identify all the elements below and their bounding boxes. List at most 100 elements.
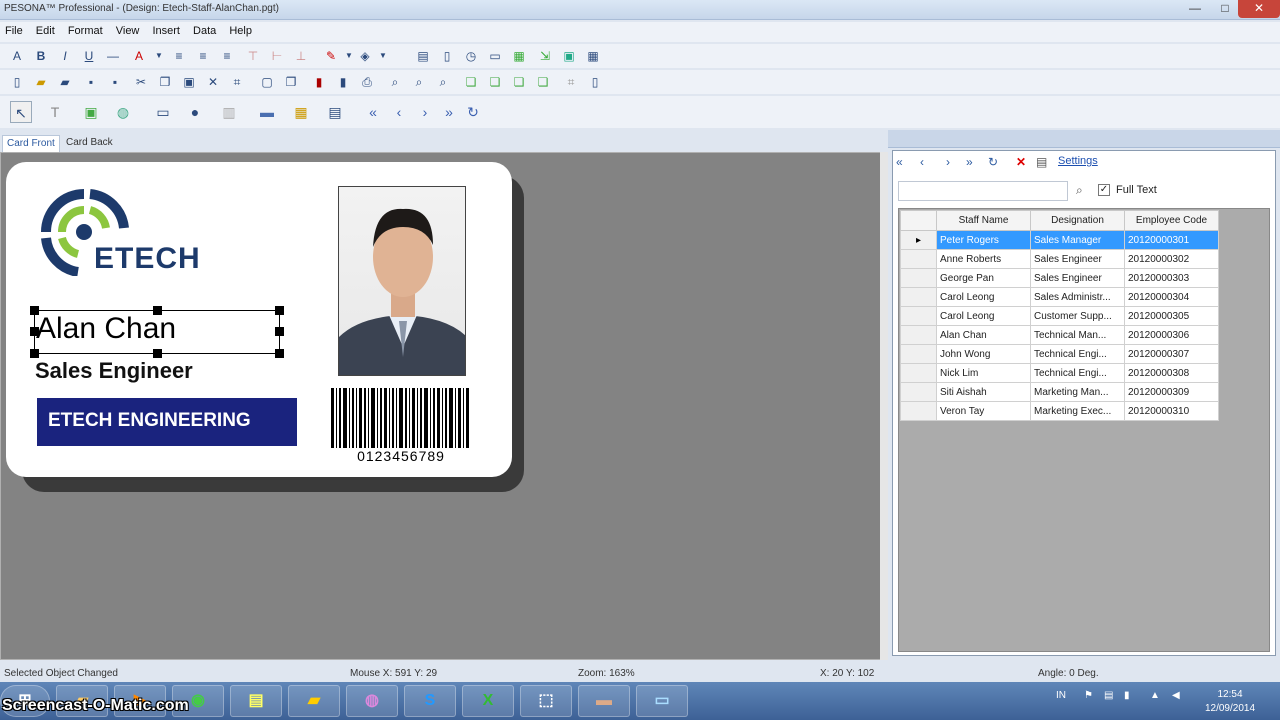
send-back-icon[interactable]: ❏ [486, 73, 504, 91]
column-header-employee-code[interactable]: Employee Code [1124, 210, 1219, 231]
cell-designation[interactable]: Sales Administr... [1030, 287, 1125, 307]
cell-designation[interactable]: Sales Engineer [1030, 268, 1125, 288]
underline-icon[interactable]: U [80, 47, 98, 65]
column-header-designation[interactable]: Designation [1030, 210, 1125, 231]
next-record-icon[interactable]: › [414, 101, 436, 123]
barcode-image[interactable] [331, 388, 471, 448]
cell-staff-name[interactable]: Nick Lim [936, 363, 1031, 383]
page-icon[interactable]: ▯ [438, 47, 456, 65]
save-icon[interactable]: ▪ [82, 73, 100, 91]
skype-taskbar-icon[interactable]: S [404, 685, 456, 717]
cell-staff-name[interactable]: Veron Tay [936, 401, 1031, 421]
ellipse-tool-icon[interactable]: ● [184, 101, 206, 123]
align-top-icon[interactable]: ⊤ [244, 47, 262, 65]
table-row[interactable]: Carol Leong Sales Administr... 20120000304 [900, 287, 1219, 307]
cut-icon[interactable]: ✂ [132, 73, 150, 91]
clock[interactable]: 12:54 12/09/2014 [1200, 688, 1260, 716]
cell-designation[interactable]: Marketing Man... [1030, 382, 1125, 402]
minimize-button[interactable]: — [1180, 0, 1210, 18]
menu-format[interactable]: Format [63, 22, 108, 40]
cell-staff-name[interactable]: John Wong [936, 344, 1031, 364]
table-row[interactable]: ▸ Peter Rogers Sales Manager 20120000301 [900, 230, 1219, 250]
full-text-checkbox[interactable]: ✓ [1098, 184, 1110, 196]
folder-taskbar-icon[interactable]: ▰ [288, 685, 340, 717]
bring-front-icon[interactable]: ❏ [462, 73, 480, 91]
row-selector[interactable] [900, 249, 937, 269]
menu-data[interactable]: Data [188, 22, 221, 40]
chart-tool-icon[interactable]: ▤ [324, 101, 346, 123]
grid-icon[interactable]: ▦ [510, 47, 528, 65]
align-center-icon[interactable]: ≡ [194, 47, 212, 65]
card-company-text[interactable]: ETECH ENGINEERING [48, 410, 251, 432]
row-selector[interactable] [900, 287, 937, 307]
globe-tool-icon[interactable]: ◍ [112, 101, 134, 123]
refresh-icon[interactable]: ↻ [462, 101, 484, 123]
cell-employee-code[interactable]: 20120000307 [1124, 344, 1219, 364]
fill-color-icon[interactable]: ◈ [356, 47, 374, 65]
bold-icon[interactable]: B [32, 47, 50, 65]
cell-employee-code[interactable]: 20120000301 [1124, 230, 1219, 250]
excel-icon[interactable]: ▣ [560, 47, 578, 65]
page-icon[interactable]: ▯ [586, 73, 604, 91]
cell-designation[interactable]: Customer Supp... [1030, 306, 1125, 326]
rectangle-tool-icon[interactable]: ▭ [152, 101, 174, 123]
row-selector[interactable] [900, 344, 937, 364]
ungroup-icon[interactable]: ❏ [534, 73, 552, 91]
notes-taskbar-icon[interactable]: ▤ [230, 685, 282, 717]
cell-employee-code[interactable]: 20120000303 [1124, 268, 1219, 288]
align-middle-icon[interactable]: ⊢ [268, 47, 286, 65]
signal-icon[interactable]: ▲ [1150, 690, 1160, 701]
cell-staff-name[interactable]: Alan Chan [936, 325, 1031, 345]
copy-icon[interactable]: ❐ [156, 73, 174, 91]
next-record-icon[interactable]: › [946, 155, 950, 169]
font-color-icon[interactable]: A [130, 47, 148, 65]
menu-file[interactable]: File [0, 22, 28, 40]
cell-employee-code[interactable]: 20120000306 [1124, 325, 1219, 345]
refresh-icon[interactable]: ↻ [988, 155, 998, 169]
menu-view[interactable]: View [111, 22, 145, 40]
cell-employee-code[interactable]: 20120000309 [1124, 382, 1219, 402]
window-taskbar-icon[interactable]: ▭ [636, 685, 688, 717]
crop-icon[interactable]: ⌗ [228, 73, 246, 91]
cell-designation[interactable]: Technical Engi... [1030, 344, 1125, 364]
delete-record-icon[interactable]: ✕ [1016, 155, 1026, 169]
copy-page-icon[interactable]: ❐ [282, 73, 300, 91]
staff-photo[interactable] [338, 186, 466, 376]
row-selector[interactable] [900, 325, 937, 345]
maximize-button[interactable]: □ [1210, 0, 1240, 18]
resize-handle[interactable] [275, 349, 284, 358]
paint-taskbar-icon[interactable]: ◍ [346, 685, 398, 717]
layout-tool-icon[interactable]: ▦ [290, 101, 312, 123]
table-icon[interactable]: ▦ [584, 47, 602, 65]
network-icon[interactable]: ▤ [1104, 690, 1113, 701]
search-input[interactable] [898, 181, 1068, 201]
cell-staff-name[interactable]: George Pan [936, 268, 1031, 288]
clock-icon[interactable]: ◷ [462, 47, 480, 65]
cell-employee-code[interactable]: 20120000310 [1124, 401, 1219, 421]
settings-link[interactable]: Settings [1058, 155, 1098, 167]
table-row[interactable]: Nick Lim Technical Engi... 20120000308 [900, 363, 1219, 383]
page-icon[interactable]: ▢ [258, 73, 276, 91]
language-indicator[interactable]: IN [1056, 690, 1066, 701]
resize-handle[interactable] [153, 349, 162, 358]
page-setup-icon[interactable]: ▤ [414, 47, 432, 65]
snipping-taskbar-icon[interactable]: ⬚ [520, 685, 572, 717]
table-row[interactable]: George Pan Sales Engineer 20120000303 [900, 268, 1219, 288]
line-color-icon[interactable]: ✎ [322, 47, 340, 65]
cell-employee-code[interactable]: 20120000302 [1124, 249, 1219, 269]
table-row[interactable]: John Wong Technical Engi... 20120000307 [900, 344, 1219, 364]
paste-icon[interactable]: ▣ [180, 73, 198, 91]
table-row[interactable]: Anne Roberts Sales Engineer 20120000302 [900, 249, 1219, 269]
save-all-icon[interactable]: ▪ [106, 73, 124, 91]
tab-card-front[interactable]: Card Front [2, 135, 60, 152]
print-preview-icon[interactable]: ▮ [334, 73, 352, 91]
resize-handle[interactable] [275, 327, 284, 336]
power-icon[interactable]: ▮ [1124, 690, 1130, 701]
tab-card-back[interactable]: Card Back [62, 135, 117, 152]
row-selector[interactable] [900, 401, 937, 421]
resize-handle[interactable] [30, 349, 39, 358]
cell-employee-code[interactable]: 20120000305 [1124, 306, 1219, 326]
column-header-staff-name[interactable]: Staff Name [936, 210, 1031, 231]
close-button[interactable]: ✕ [1238, 0, 1280, 18]
print-icon[interactable]: ⎙ [358, 73, 376, 91]
